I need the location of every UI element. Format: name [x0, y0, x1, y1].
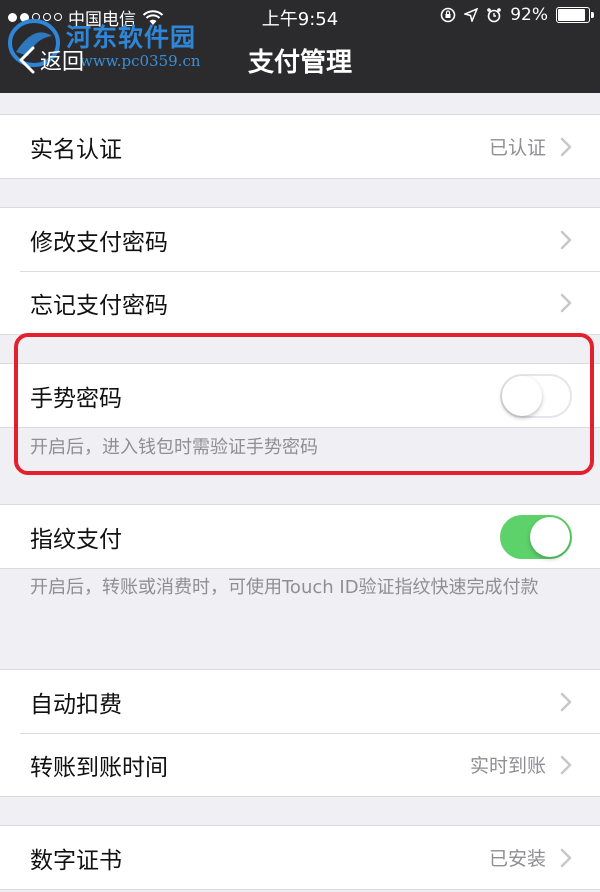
fingerprint-pay-toggle[interactable]	[500, 514, 572, 559]
alarm-icon	[487, 8, 502, 23]
real-name-row[interactable]: 实名认证 已认证	[0, 115, 600, 178]
battery-percentage: 92%	[510, 5, 548, 25]
orientation-lock-icon	[440, 7, 456, 23]
gesture-password-note: 开启后，进入钱包时需验证手势密码	[30, 437, 318, 458]
page-title: 支付管理	[247, 48, 352, 78]
change-password-label: 修改支付密码	[30, 229, 168, 256]
battery-icon	[556, 7, 594, 23]
forgot-password-label: 忘记支付密码	[30, 292, 168, 319]
chevron-right-icon	[560, 848, 572, 867]
chevron-right-icon	[560, 293, 572, 312]
gesture-password-label: 手势密码	[30, 385, 122, 412]
digital-certificate-label: 数字证书	[30, 847, 122, 874]
change-password-row[interactable]: 修改支付密码	[0, 208, 600, 271]
group-gesture: 手势密码	[0, 363, 600, 428]
transfer-time-label: 转账到账时间	[30, 754, 168, 781]
digital-certificate-row[interactable]: 数字证书 已安装	[0, 826, 600, 889]
real-name-label: 实名认证	[30, 136, 122, 163]
fingerprint-pay-row: 指纹支付	[0, 505, 600, 568]
real-name-status: 已认证	[488, 137, 546, 159]
transfer-time-value: 实时到账	[469, 755, 546, 777]
group-fingerprint: 指纹支付	[0, 504, 600, 569]
forgot-password-row[interactable]: 忘记支付密码	[0, 271, 600, 334]
fingerprint-pay-label: 指纹支付	[30, 526, 122, 553]
fingerprint-pay-note: 开启后，转账或消费时，可使用Touch ID验证指纹快速完成付款	[30, 577, 539, 598]
gesture-password-toggle[interactable]	[500, 373, 572, 418]
navigation-bar: 中国电信 上午9:54 92% 河东软件园 www.pc0359.cn 返回 支…	[0, 0, 600, 93]
gesture-password-row: 手势密码	[0, 364, 600, 427]
auto-debit-row[interactable]: 自动扣费	[0, 670, 600, 733]
chevron-right-icon	[560, 137, 572, 156]
transfer-time-row[interactable]: 转账到账时间 实时到账	[0, 733, 600, 796]
chevron-right-icon	[560, 755, 572, 774]
location-icon	[464, 8, 479, 22]
chevron-right-icon	[560, 692, 572, 711]
group-password: 修改支付密码 忘记支付密码	[0, 207, 600, 335]
status-right: 92%	[440, 5, 594, 25]
group-identity: 实名认证 已认证	[0, 114, 600, 179]
digital-certificate-status: 已安装	[488, 848, 546, 870]
group-certificate: 数字证书 已安装	[0, 825, 600, 890]
group-transfer: 自动扣费 转账到账时间 实时到账	[0, 669, 600, 797]
auto-debit-label: 自动扣费	[30, 691, 122, 718]
chevron-right-icon	[560, 230, 572, 249]
